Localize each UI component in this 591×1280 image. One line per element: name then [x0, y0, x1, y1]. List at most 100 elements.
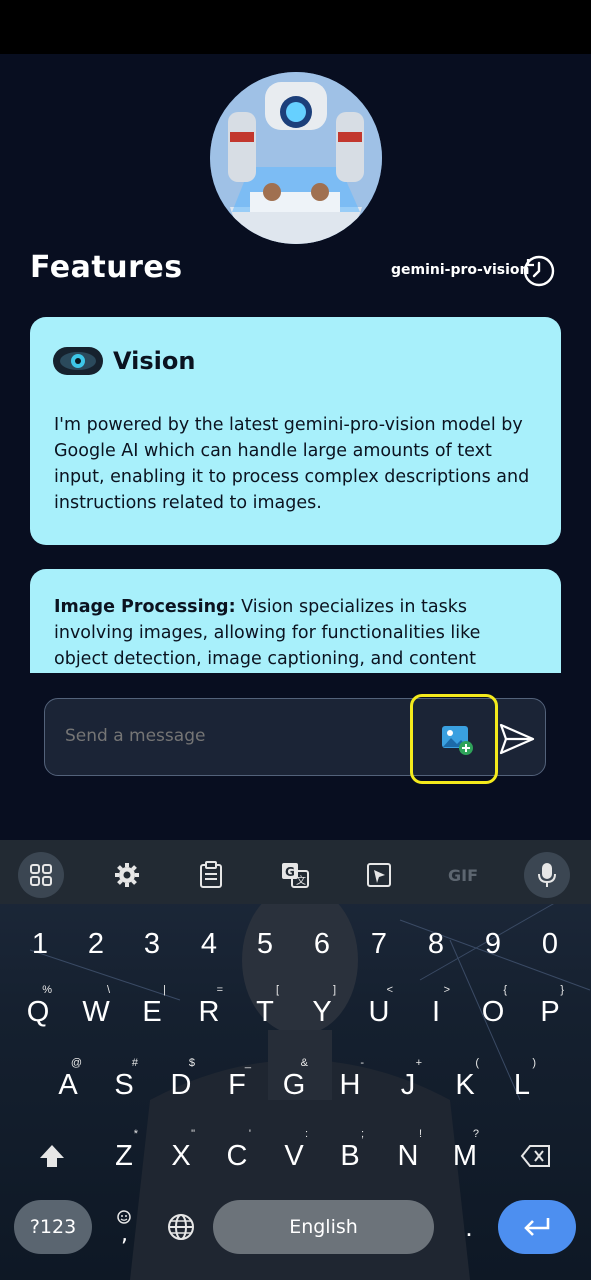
key-j[interactable]: + J	[380, 1055, 436, 1115]
key-a[interactable]: @ A	[40, 1055, 96, 1115]
key-hint: [	[275, 984, 279, 996]
key-9[interactable]: 9	[465, 914, 521, 974]
key-label: Z	[115, 1139, 133, 1172]
key-s[interactable]: # S	[96, 1055, 152, 1115]
key-0[interactable]: 0	[522, 914, 578, 974]
card-description: Image Processing: Vision specializes in …	[54, 594, 539, 673]
model-name-label: gemini-pro-vision	[391, 262, 530, 278]
backspace-key[interactable]	[508, 1126, 564, 1186]
status-bar	[0, 0, 591, 54]
apps-grid-icon[interactable]	[18, 852, 64, 898]
shift-icon	[40, 1145, 64, 1167]
svg-text:G: G	[285, 865, 295, 879]
add-image-button[interactable]	[410, 694, 498, 784]
key-label: F	[228, 1068, 246, 1101]
key-h[interactable]: -H	[322, 1055, 378, 1115]
key-f[interactable]: _ F	[209, 1055, 265, 1115]
globe-key[interactable]	[153, 1197, 209, 1257]
key-8[interactable]: 8	[408, 914, 464, 974]
settings-gear-icon[interactable]	[104, 852, 150, 898]
svg-text:文: 文	[296, 874, 306, 887]
clipboard-icon[interactable]	[188, 852, 234, 898]
key-label: A	[58, 1068, 78, 1101]
key-x[interactable]: " X	[153, 1126, 209, 1186]
key-1[interactable]: 1	[12, 914, 68, 974]
key-m[interactable]: ? M	[437, 1126, 493, 1186]
microphone-icon[interactable]	[524, 852, 570, 898]
key-k[interactable]: (K	[437, 1055, 493, 1115]
key-label: U	[368, 995, 390, 1028]
key-p[interactable]: } P	[522, 982, 578, 1042]
send-icon[interactable]	[498, 722, 536, 756]
key-o[interactable]: {O	[465, 982, 521, 1042]
key-z[interactable]: * Z	[96, 1126, 152, 1186]
message-input[interactable]	[63, 725, 397, 747]
key-t[interactable]: [T	[237, 982, 293, 1042]
key-label: L	[513, 1068, 531, 1101]
key-q[interactable]: % Q	[10, 982, 66, 1042]
key-i[interactable]: > I	[408, 982, 464, 1042]
key-label: R	[198, 995, 220, 1028]
key-hint: )	[532, 1057, 536, 1069]
app-screen: Features gemini-pro-vision Vision I'm po…	[0, 54, 591, 840]
key-6[interactable]: 6	[294, 914, 350, 974]
key-d[interactable]: $ D	[153, 1055, 209, 1115]
key-hint: _	[244, 1057, 251, 1069]
key-label: P	[540, 995, 560, 1028]
key-5[interactable]: 5	[237, 914, 293, 974]
card-description: I'm powered by the latest gemini-pro-vis…	[54, 415, 530, 513]
key-label: D	[170, 1068, 192, 1101]
key-label: M	[452, 1139, 478, 1172]
key-label: O	[481, 995, 505, 1028]
key-u[interactable]: < U	[351, 982, 407, 1042]
key-r[interactable]: = R	[181, 982, 237, 1042]
key-label: Y	[312, 995, 332, 1028]
key-l[interactable]: ) L	[494, 1055, 550, 1115]
key-w[interactable]: \ W	[68, 982, 124, 1042]
key-hint: "	[191, 1128, 195, 1140]
key-y[interactable]: ] Y	[294, 982, 350, 1042]
screenshot-icon[interactable]	[356, 852, 402, 898]
key-n[interactable]: ! N	[380, 1126, 436, 1186]
key-label: B	[340, 1139, 360, 1172]
key-2[interactable]: 2	[68, 914, 124, 974]
key-label: E	[142, 995, 162, 1028]
shift-key[interactable]	[24, 1126, 80, 1186]
key-4[interactable]: 4	[181, 914, 237, 974]
image-processing-card: Image Processing: Vision specializes in …	[30, 569, 561, 673]
key-hint: :	[304, 1128, 308, 1140]
key-hint: !	[418, 1128, 422, 1140]
key-label: C	[226, 1139, 248, 1172]
period-key[interactable]: .	[441, 1197, 497, 1257]
gif-button[interactable]: GIF	[440, 852, 486, 898]
key-label: S	[114, 1068, 134, 1101]
key-hint: (	[475, 1057, 479, 1069]
key-7[interactable]: 7	[351, 914, 407, 974]
key-3[interactable]: 3	[124, 914, 180, 974]
key-label: I	[431, 995, 441, 1028]
key-hint: $	[188, 1057, 195, 1069]
enter-icon	[524, 1218, 550, 1236]
key-label: W	[82, 995, 110, 1028]
key-hint: >	[443, 984, 450, 996]
history-icon[interactable]	[522, 254, 556, 288]
spacebar[interactable]: English	[213, 1200, 434, 1254]
translate-icon[interactable]: G文	[272, 852, 318, 898]
symbols-key[interactable]: ?123	[14, 1200, 92, 1254]
enter-key[interactable]	[498, 1200, 576, 1254]
key-hint: %	[42, 984, 52, 996]
key-v[interactable]: :V	[266, 1126, 322, 1186]
key-hint: ;	[360, 1128, 364, 1140]
vision-card: Vision I'm powered by the latest gemini-…	[30, 317, 561, 545]
key-b[interactable]: ; B	[322, 1126, 378, 1186]
key-g[interactable]: & G	[266, 1055, 322, 1115]
key-hint: #	[131, 1057, 138, 1069]
key-e[interactable]: | E	[124, 982, 180, 1042]
keyboard-toolbar: G文 GIF	[0, 840, 591, 904]
key-hint: -	[360, 1057, 364, 1069]
key-hint: \	[106, 984, 110, 996]
key-c[interactable]: ' C	[209, 1126, 265, 1186]
emoji-comma-key[interactable]: ,	[96, 1197, 152, 1257]
add-image-icon	[442, 726, 473, 755]
key-label: K	[455, 1068, 475, 1101]
